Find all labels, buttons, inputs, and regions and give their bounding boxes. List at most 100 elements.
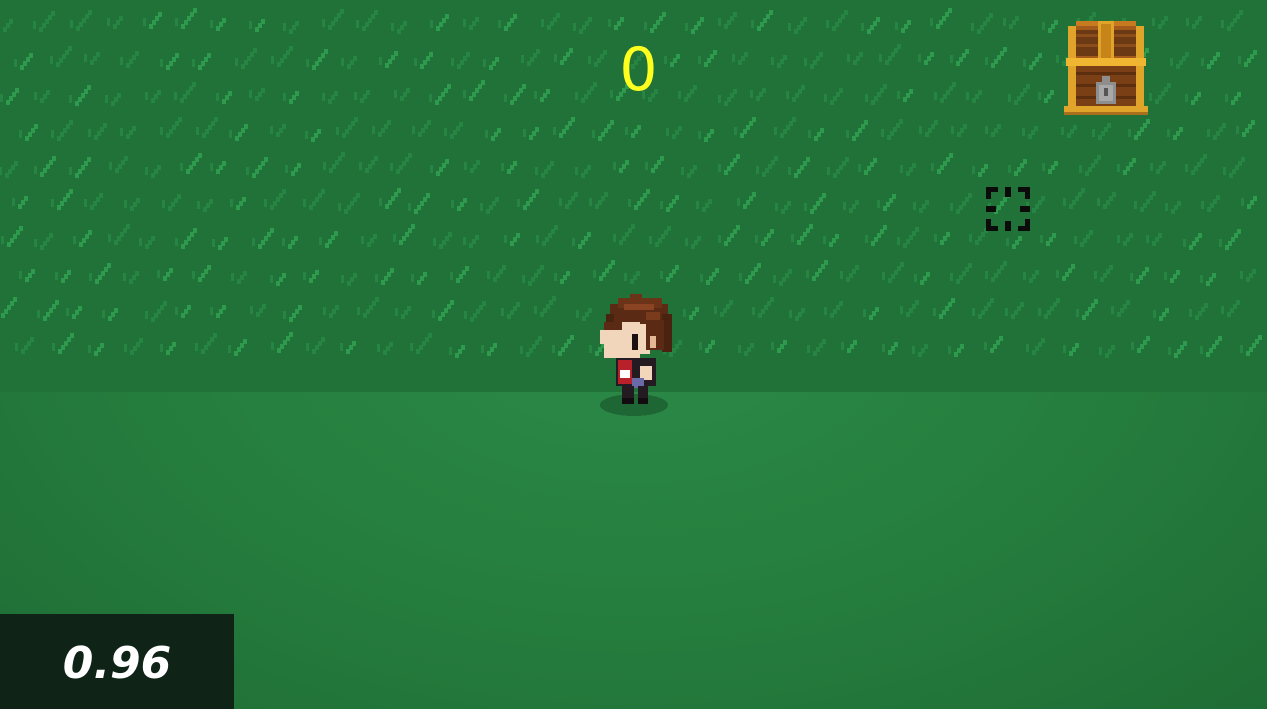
- grass-blade: [1056, 55, 1059, 63]
- grass-blade: [951, 126, 954, 134]
- grass-blade: [774, 127, 777, 135]
- grass-blade: [242, 197, 246, 202]
- grass-blade: [1038, 92, 1041, 100]
- grass-blade: [1097, 198, 1100, 206]
- grass-blade: [1129, 233, 1133, 238]
- grass-blade: [536, 49, 540, 54]
- grass-blade: [450, 300, 454, 305]
- grass-blade: [55, 300, 59, 305]
- grass-blade: [552, 296, 556, 301]
- grass-blade: [729, 300, 733, 305]
- grass-blade: [1164, 272, 1167, 280]
- grass-blade: [1128, 129, 1131, 137]
- grass-blade: [463, 237, 466, 245]
- grass-blade: [114, 308, 118, 313]
- grass-blade: [356, 20, 359, 28]
- grass-blade: [96, 52, 100, 57]
- grass-blade: [804, 203, 807, 211]
- grass-blade: [19, 226, 23, 231]
- grass-blade: [569, 48, 573, 53]
- grass-blade: [67, 270, 71, 275]
- grass-blade: [403, 21, 407, 26]
- grass-blade: [246, 167, 249, 175]
- grass-blade: [752, 192, 756, 197]
- grass-blade: [216, 93, 219, 101]
- grass-blade: [915, 227, 919, 232]
- grass-blade: [865, 94, 868, 102]
- grass-blade: [912, 346, 915, 354]
- grass-blade: [175, 307, 178, 315]
- grass-blade: [1075, 343, 1079, 348]
- grass-blade: [145, 311, 148, 319]
- grass-blade: [589, 198, 592, 206]
- grass-blade: [394, 51, 398, 56]
- grass-blade: [464, 311, 467, 319]
- grass-blade: [361, 236, 364, 244]
- grass-blade: [950, 273, 953, 281]
- grass-blade: [390, 268, 394, 273]
- grass-blade: [135, 51, 139, 56]
- grass-blade: [858, 164, 861, 172]
- grass-blade: [1003, 47, 1007, 52]
- grass-blade: [963, 124, 967, 129]
- grass-blade: [250, 306, 253, 314]
- grass-blade: [840, 271, 843, 279]
- grass-blade: [1185, 94, 1188, 102]
- grass-blade: [162, 200, 165, 208]
- grass-blade: [1176, 270, 1180, 275]
- grass-blade: [1006, 238, 1009, 246]
- grass-blade: [1240, 345, 1243, 353]
- grass-blade: [1005, 308, 1008, 316]
- grass-blade: [107, 263, 111, 268]
- grass-blade: [824, 94, 827, 102]
- grass-blade: [1117, 235, 1120, 243]
- grass-blade: [88, 345, 91, 353]
- grass-blade: [1216, 52, 1220, 57]
- grass-blade: [897, 91, 900, 99]
- grass-blade: [859, 52, 863, 57]
- grass-blade: [407, 306, 411, 311]
- grass-blade: [966, 92, 969, 100]
- grass-blade: [1112, 192, 1116, 197]
- grass-blade: [637, 125, 641, 130]
- grass-blade: [755, 235, 758, 243]
- grass-blade: [736, 154, 740, 159]
- grass-blade: [1212, 273, 1216, 278]
- grass-blade: [174, 92, 177, 100]
- grass-blade: [271, 56, 274, 64]
- grass-blade: [1252, 269, 1256, 274]
- grass-blade: [624, 273, 627, 281]
- grass-blade: [522, 275, 525, 283]
- grass-blade: [1074, 236, 1077, 244]
- player-character-sprite[interactable]: [596, 292, 674, 420]
- grass-blade: [946, 232, 950, 237]
- grass-blade: [262, 304, 266, 309]
- grass-blade: [736, 225, 740, 230]
- grass-blade: [373, 234, 377, 239]
- grass-blade: [1200, 275, 1203, 283]
- grass-blade: [463, 19, 466, 27]
- grass-blade: [15, 343, 18, 351]
- grass-blade: [751, 20, 754, 28]
- grass-blade: [1183, 341, 1187, 346]
- grass-blade: [914, 274, 917, 282]
- grass-blade: [646, 189, 650, 194]
- grass-blade: [693, 85, 697, 90]
- treasure-chest-icon[interactable]: [1062, 18, 1150, 116]
- grass-blade: [295, 91, 299, 96]
- game-viewport[interactable]: 0 0.96: [0, 0, 1267, 709]
- grass-blade: [1023, 59, 1026, 67]
- grass-blade: [895, 22, 898, 30]
- grass-blade: [1022, 128, 1025, 136]
- grass-blade: [282, 238, 285, 246]
- grass-blade: [321, 189, 325, 194]
- grass-blade: [1054, 20, 1058, 25]
- grass-blade: [338, 203, 341, 211]
- target-reticle-icon[interactable]: [986, 187, 1030, 231]
- grass-blade: [145, 167, 148, 175]
- grass-blade: [523, 129, 526, 137]
- grass-blade: [1026, 344, 1029, 352]
- grass-blade: [37, 310, 40, 318]
- grass-blade: [662, 12, 666, 17]
- grass-blade: [1251, 120, 1255, 125]
